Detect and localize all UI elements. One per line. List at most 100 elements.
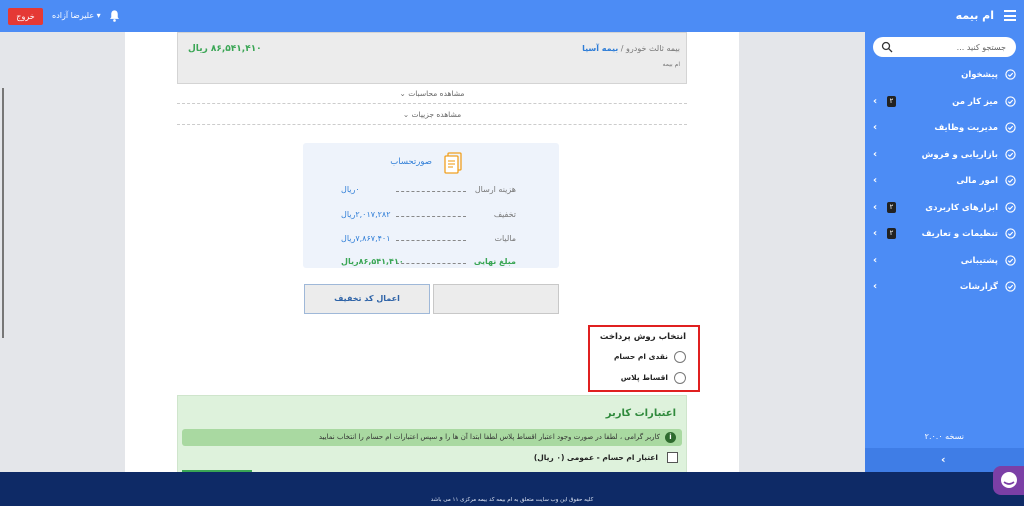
invoice-row-discount: تخفیف ۲,۰۱۷,۲۸۲ریال	[341, 210, 516, 222]
chevron-left-icon: ‹	[873, 201, 878, 213]
sidebar-item-label: میز کار من	[952, 96, 998, 107]
chevron-left-icon: ‹	[873, 254, 878, 266]
invoice-value: ۸۶,۵۴۱,۴۱۰ریال	[341, 257, 404, 266]
user-credits-title: اعتبارات کاربر	[605, 408, 676, 419]
sidebar-item-dashboard[interactable]: پیشخوان	[865, 62, 1024, 89]
search-box	[873, 37, 1016, 57]
chevron-left-icon: ‹	[941, 453, 946, 466]
logout-button[interactable]: خروج	[8, 8, 43, 25]
payment-option-label: نقدی ام حسام	[613, 352, 668, 361]
sidebar-item-label: امور مالی	[956, 176, 998, 186]
insurance-company[interactable]: بیمه آسیا	[582, 44, 618, 53]
chevron-left-icon: ‹	[873, 95, 878, 107]
sidebar-item-finance[interactable]: امور مالی ‹	[865, 168, 1024, 195]
check-circle-icon	[1005, 254, 1016, 266]
view-calculations-label: مشاهده محاسبات	[408, 89, 465, 98]
footer: کلیه حقوق این وب سایت متعلق به ام بیمه ک…	[0, 472, 1024, 506]
insurance-subtitle: ام بیمه	[662, 61, 680, 68]
invoice-row-total: مبلغ نهایی ۸۶,۵۴۱,۴۱۰ریال	[341, 257, 516, 269]
check-circle-icon	[1005, 95, 1016, 107]
check-circle-icon	[1005, 175, 1016, 186]
notification-badge: ۲	[887, 95, 896, 107]
sidebar-item-label: مدیریت وظایف	[934, 123, 998, 133]
divider	[396, 240, 466, 241]
apply-discount-button[interactable]: اعمال کد تخفیف	[304, 284, 430, 314]
invoice-title: صورتحساب	[390, 157, 432, 167]
sidebar: پیشخوانمیز کار من۲‹مدیریت وظایف‹بازاریاب…	[865, 32, 1024, 472]
check-circle-icon	[1005, 201, 1016, 213]
chevron-left-icon: ‹	[873, 175, 878, 186]
scrollbar[interactable]	[2, 88, 4, 338]
sidebar-item-settings[interactable]: تنظیمات و تعاریف ۲ ‹	[865, 221, 1024, 248]
user-menu[interactable]: ▾ علیرضا آزاده	[52, 11, 101, 20]
check-circle-icon	[1005, 122, 1016, 133]
chat-button[interactable]	[993, 466, 1024, 495]
sidebar-item-task-management[interactable]: مدیریت وظایف ‹	[865, 115, 1024, 142]
check-circle-icon	[1005, 281, 1016, 292]
credit-alert: i کاربر گرامی ، لطفا در صورت وجود اعتبار…	[182, 429, 682, 446]
credit-alert-text: کاربر گرامی ، لطفا در صورت وجود اعتبار ا…	[318, 433, 660, 441]
payment-method-box: انتخاب روش پرداخت نقدی ام حسام اقساط پلا…	[588, 325, 700, 392]
check-circle-icon	[1005, 148, 1016, 160]
payment-option-label: اقساط پلاس	[620, 373, 668, 382]
main-content: بیمه ثالث خودرو / بیمه آسیا ام بیمه ۸۶,۵…	[125, 32, 739, 472]
sidebar-item-utility-tools[interactable]: ابزارهای کاربردی ۲ ‹	[865, 195, 1024, 222]
credit-checkbox[interactable]	[667, 452, 678, 463]
invoice-label: هزینه ارسال	[474, 185, 516, 194]
brand-title: ام بیمه	[955, 9, 994, 22]
invoice-label: مالیات	[494, 234, 516, 243]
sidebar-item-label: ابزارهای کاربردی	[925, 202, 998, 213]
sidebar-menu: پیشخوان میز کار من ۲ ‹ مدیریت وظایف ‹ بازاریاب…	[865, 62, 1024, 301]
view-details-label: مشاهده جزییات	[411, 110, 462, 119]
invoice-value: ۲,۰۱۷,۲۸۲ریال	[341, 210, 391, 219]
order-price: ۸۶,۵۴۱,۴۱۰ ریال	[188, 44, 262, 54]
insurance-type: بیمه ثالث خودرو	[626, 44, 680, 53]
sidebar-item-my-desk[interactable]: میز کار من ۲ ‹	[865, 89, 1024, 116]
menu-toggle-icon[interactable]	[1004, 10, 1016, 21]
search-icon[interactable]	[881, 41, 893, 53]
invoice-label: تخفیف	[493, 210, 516, 219]
receipt-icon	[444, 152, 462, 174]
credit-option-label: اعتبار ام حسام - عمومی (۰ ریال)	[533, 453, 658, 462]
chevron-down-icon: ▾	[96, 11, 101, 20]
invoice-row-tax: مالیات ۷,۸۶۷,۴۰۱ریال	[341, 234, 516, 246]
notification-badge: ۲	[887, 228, 896, 239]
chevron-left-icon: ‹	[873, 228, 878, 239]
view-details-toggle[interactable]: مشاهده جزییات ⌄	[177, 105, 687, 125]
insurance-title: بیمه ثالث خودرو / بیمه آسیا	[582, 44, 680, 53]
search-input[interactable]	[896, 37, 1006, 57]
chevron-left-icon: ‹	[873, 122, 878, 133]
sidebar-item-reports[interactable]: گزارشات ‹	[865, 274, 1024, 301]
chevron-left-icon: ‹	[873, 281, 878, 292]
chevron-down-icon: ⌄	[402, 110, 410, 119]
radio-button[interactable]	[674, 372, 686, 384]
sidebar-item-label: پیشخوان	[961, 70, 998, 80]
invoice-label: مبلغ نهایی	[473, 257, 516, 266]
user-name: علیرضا آزاده	[52, 11, 95, 20]
sidebar-item-label: بازاریابی و فروش	[921, 149, 998, 160]
divider	[396, 263, 466, 264]
invoice-row-shipping: هزینه ارسال ۰ریال	[341, 185, 516, 197]
user-credits-panel: اعتبارات کاربر i کاربر گرامی ، لطفا در ص…	[177, 395, 687, 472]
secondary-button[interactable]	[433, 284, 559, 314]
order-card: بیمه ثالث خودرو / بیمه آسیا ام بیمه ۸۶,۵…	[177, 32, 687, 84]
divider	[396, 216, 466, 217]
chat-icon	[1001, 472, 1017, 488]
footer-copyright: کلیه حقوق این وب سایت متعلق به ام بیمه ک…	[430, 497, 594, 503]
info-icon: i	[665, 432, 676, 443]
invoice-card: صورتحساب هزینه ارسال ۰ریال تخفیف ۲,۰۱۷,۲…	[303, 143, 559, 268]
bell-icon[interactable]	[108, 9, 121, 23]
radio-button[interactable]	[674, 351, 686, 363]
version-label: نسخه ۲.۰.۰	[924, 432, 964, 441]
divider	[396, 191, 466, 192]
breadcrumb-separator: /	[620, 44, 624, 53]
chevron-left-icon: ‹	[873, 148, 878, 160]
invoice-value: ۷,۸۶۷,۴۰۱ریال	[341, 234, 391, 243]
top-bar: ام بیمه خروج ▾ علیرضا آزاده	[0, 0, 1024, 32]
sidebar-item-label: پشتیبانی	[960, 255, 998, 266]
view-calculations-toggle[interactable]: مشاهده محاسبات ⌄	[177, 84, 687, 104]
sidebar-item-support[interactable]: پشتیبانی ‹	[865, 248, 1024, 275]
sidebar-item-marketing-sales[interactable]: بازاریابی و فروش ‹	[865, 142, 1024, 169]
sidebar-item-label: تنظیمات و تعاریف	[921, 229, 998, 239]
chevron-down-icon: ⌄	[399, 89, 406, 98]
